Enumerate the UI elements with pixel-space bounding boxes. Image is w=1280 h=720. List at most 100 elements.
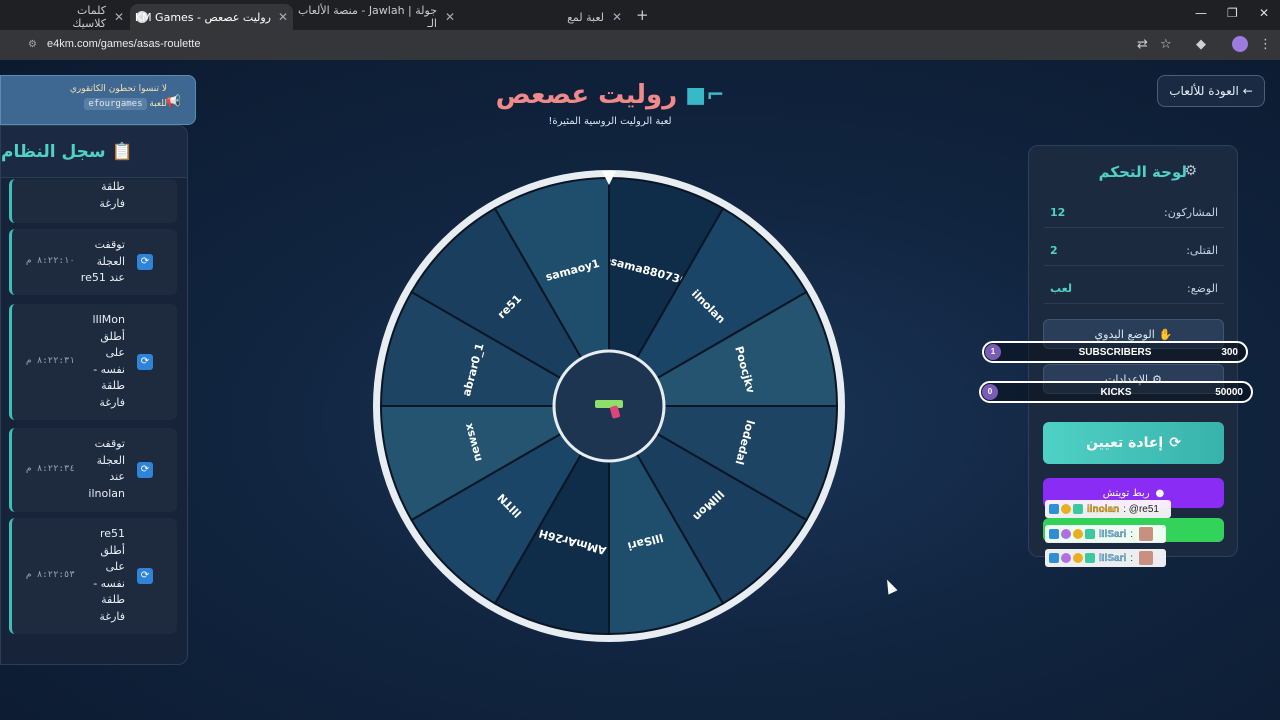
refresh-icon: ⟳ [1169,435,1181,451]
log-entry: طلقة فارغة [9,179,177,223]
gun-icon: ⌐■ [685,82,725,108]
emote-icon [1139,551,1154,565]
close-icon[interactable]: ✕ [278,10,288,24]
log-entry: lIlMon أطلق على نفسه - طلقة فارغة ٨:٢٢:٣١ م ⟳ [9,304,177,420]
log-entry-line: العجلة [96,254,125,268]
log-entry-line: فارغة [99,196,125,210]
badge-icon [1085,529,1095,539]
tab-label: كلمات كلاسيك [72,4,106,30]
badge-icon [1049,529,1059,539]
reset-button[interactable]: ⟳ إعادة تعيين [1043,422,1224,464]
participants-value: 12 [1050,206,1066,219]
subscribers-goal: 300 [1221,347,1238,358]
killed-value: 2 [1050,244,1058,257]
log-entry-line: توقفت [94,238,125,251]
clipboard-icon: 📋 [111,141,133,162]
tab-jawlah[interactable]: جولة | Jawlah - منصة الألعاب الـ ✕ [295,4,457,30]
badge-icon [1073,553,1083,563]
close-icon[interactable]: ✕ [612,10,622,24]
log-entry-line: طلقة [101,379,125,392]
tab-roulette[interactable]: روليت عصعص - KM Games ✕ [130,4,293,30]
menu-dots-icon[interactable]: ⋮ [1259,37,1272,52]
url-field[interactable]: e4km.com/games/asas-roulette [47,38,200,50]
refresh-icon: ⟳ [137,462,153,478]
refresh-icon: ⟳ [137,254,153,270]
close-icon[interactable]: ✕ [114,10,124,24]
back-to-games-button[interactable]: ← العودة للألعاب [1157,75,1265,107]
chat-message: lIlSari : [1045,549,1166,567]
twitch-icon: ● [1155,487,1165,499]
log-entry-line: على [105,560,125,573]
kicks-label: KICKS [1100,387,1132,398]
mode-label: الوضع: [1187,282,1218,295]
log-entry-line: طلقة [101,593,125,606]
log-entry-line: نفسه - [93,576,125,590]
mouse-cursor-icon [882,577,898,595]
badge-icon [1061,504,1071,514]
new-tab-icon[interactable]: + [636,6,649,24]
emote-icon [1139,527,1154,541]
log-entry-line: فارغة [99,395,125,409]
log-entry-line: re51 [99,527,125,540]
chat-text: : @re51 [1123,503,1159,515]
system-log-header: 📋 سجل النظام [1,126,187,178]
badge-icon [1073,504,1083,514]
site-info-icon[interactable]: ⚙ [28,39,40,51]
manual-mode-label: الوضع اليدوي [1094,327,1155,341]
log-entry-line: توقفت [94,437,125,450]
log-entry-line: عند [109,470,125,483]
translate-icon[interactable]: ⇄ [1137,37,1148,52]
log-entry-text: توقفت العجلة عند ilnolan [88,436,125,502]
subscribers-goal-bar: 1 SUBSCRIBERS 300 [982,341,1248,363]
header: ⌐■ روليت عصعص لعبة الروليت الروسية المثي… [480,80,740,127]
refresh-icon: ⟳ [137,354,153,370]
killed-label: القتلى: [1186,244,1218,257]
log-entry-line: فارغة [99,609,125,623]
log-entry: توقفت العجلة عند re51 ٨:٢٢:١٠ م ⟳ [9,229,177,295]
close-icon[interactable]: ✕ [445,10,455,24]
page-title-text: روليت عصعص [495,80,678,110]
system-log: 📋 سجل النظام طلقة فارغة توقفت العجلة عند re5… [0,125,188,665]
badge-icon [1049,553,1059,563]
log-entry-text: توقفت العجلة عند re51 [81,237,125,287]
control-panel-title: لوحة التحكم [1098,163,1187,181]
badge-icon [1073,529,1083,539]
roulette-wheel[interactable]: osama880736ilnolanPoocjkvlodedallIlMonlI… [370,167,848,645]
participants-label: المشاركون: [1164,206,1218,219]
restore-icon[interactable]: ❐ [1227,6,1238,20]
log-entry-text: lIlMon أطلق على نفسه - طلقة فارغة [92,312,125,411]
log-entry-line: أطلق [100,543,125,557]
log-entry-line: أطلق [100,329,125,343]
chat-message: ilnolan : @re51 [1045,500,1171,518]
log-entry-line: lIlMon [92,313,125,326]
notice-code: efourgames [84,98,147,110]
badge-icon [1061,553,1071,563]
megaphone-icon: 📢 [166,94,181,108]
twitch-label: ربط تويتش [1102,487,1150,499]
log-entry-line: عند re51 [80,271,125,284]
refresh-icon: ⟳ [137,568,153,584]
tab-classic-words[interactable]: كلمات كلاسيك ✕ [40,4,130,30]
minimize-icon[interactable]: — [1195,6,1207,20]
notice-line2: للعبة [149,99,167,109]
bookmark-star-icon[interactable]: ☆ [1160,37,1172,52]
log-entry: توقفت العجلة عند ilnolan ٨:٢٢:٣٤ م ⟳ [9,428,177,512]
chat-username: ilnolan [1087,503,1120,515]
subscribers-label: SUBSCRIBERS [1078,347,1152,358]
reset-label: إعادة تعيين [1086,435,1164,451]
log-entry-time: ٨:٢٢:٣٤ م [26,464,75,474]
extensions-icon[interactable]: ◆ [1196,37,1206,52]
log-entry-text: طلقة فارغة [99,179,125,212]
tab-lamah[interactable]: لعبة لمع ✕ [462,4,628,30]
profile-avatar[interactable] [1232,36,1248,52]
close-window-icon[interactable]: ✕ [1259,6,1269,20]
category-notice: لا تنسوا تحطون الكاتقوري للعبة efourgame… [0,75,196,125]
page-title: ⌐■ روليت عصعص [496,80,725,110]
tab-label: جولة | Jawlah - منصة الألعاب الـ [298,4,437,30]
system-log-title: سجل النظام [1,141,106,162]
chat-text: : [1130,552,1134,564]
log-entry-line: على [105,346,125,359]
page-content: لا تنسوا تحطون الكاتقوري للعبة efourgame… [0,60,1280,720]
stat-mode: الوضع: لعب [1044,276,1224,304]
browser-tabbar: كلمات كلاسيك ✕ روليت عصعص - KM Games ✕ ج… [0,0,1280,30]
